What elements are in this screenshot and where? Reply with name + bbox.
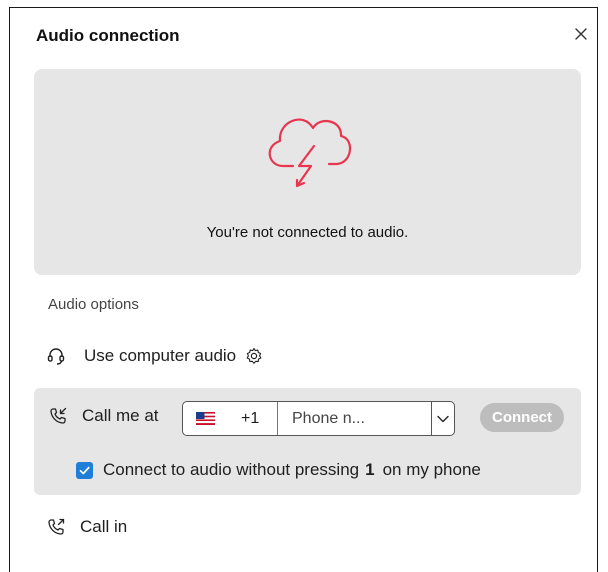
auto-connect-key: 1 xyxy=(365,460,375,479)
phone-outgoing-icon xyxy=(48,518,65,535)
call-me-option[interactable]: Call me at xyxy=(48,406,159,426)
audio-options-label: Audio options xyxy=(48,296,139,313)
cloud-lightning-icon xyxy=(268,118,351,188)
gear-icon[interactable] xyxy=(245,347,263,365)
audio-connection-dialog: Audio connection You're not connected to… xyxy=(9,7,598,572)
auto-connect-text-suffix: on my phone xyxy=(382,460,481,479)
dialog-title: Audio connection xyxy=(36,26,180,45)
not-connected-message: You're not connected to audio. xyxy=(206,224,409,241)
auto-connect-checkbox[interactable] xyxy=(76,461,93,479)
phone-number-group: +1 xyxy=(182,401,455,436)
country-code-selector[interactable]: +1 xyxy=(183,402,278,435)
call-in-option[interactable]: Call in xyxy=(46,517,127,537)
close-button[interactable] xyxy=(572,25,590,43)
phone-incoming-icon xyxy=(50,407,67,424)
use-computer-audio-option[interactable]: Use computer audio xyxy=(46,346,263,366)
call-in-label: Call in xyxy=(80,517,128,536)
call-me-label: Call me at xyxy=(82,406,159,425)
call-me-panel: Call me at +1 Connect xyxy=(34,388,581,495)
phone-number-input[interactable] xyxy=(278,402,432,435)
phone-dropdown-button[interactable] xyxy=(432,402,454,435)
auto-connect-text-prefix: Connect to audio without pressing xyxy=(103,460,360,479)
us-flag-icon xyxy=(196,412,215,425)
use-computer-audio-label: Use computer audio xyxy=(84,346,237,365)
checkmark-icon xyxy=(79,466,90,474)
close-icon xyxy=(575,28,587,40)
audio-status-panel: You're not connected to audio. xyxy=(34,69,581,275)
headset-icon xyxy=(47,348,65,365)
chevron-down-icon xyxy=(437,415,449,422)
auto-connect-checkbox-row[interactable]: Connect to audio without pressing 1 on m… xyxy=(76,460,481,480)
connect-button[interactable]: Connect xyxy=(480,403,564,432)
country-code-value: +1 xyxy=(241,409,260,427)
